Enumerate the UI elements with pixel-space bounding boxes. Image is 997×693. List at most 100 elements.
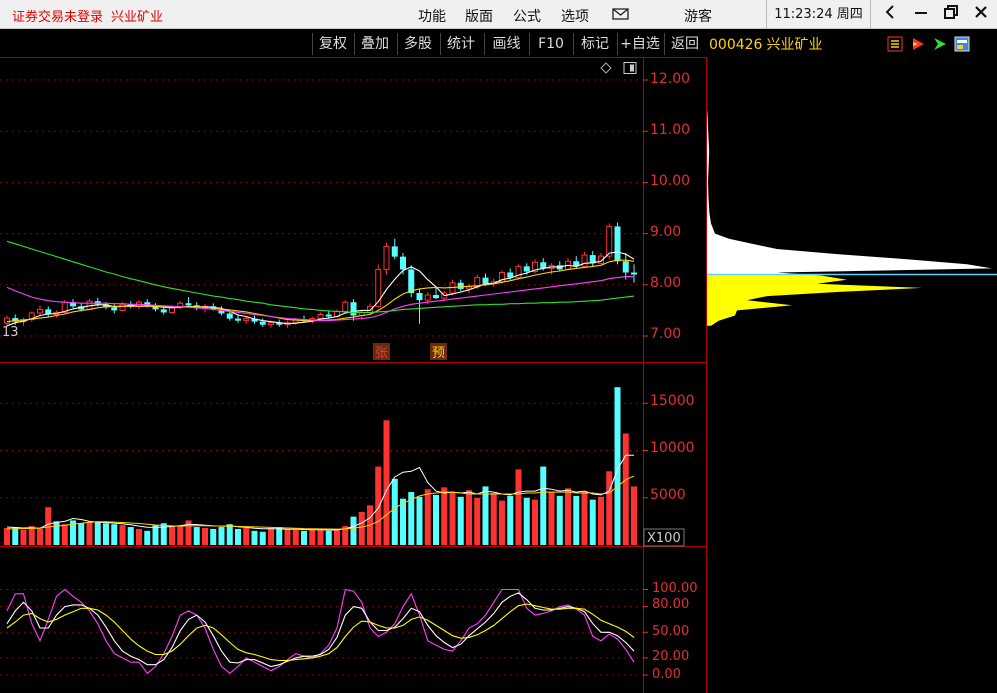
- osc-tick: 50.00: [652, 624, 690, 639]
- price-ma-line: [6, 240, 635, 313]
- volume-bar: [152, 525, 159, 545]
- candle-body-down: [457, 282, 464, 289]
- volume-bar: [103, 523, 109, 545]
- diamond-icon[interactable]: [600, 62, 612, 74]
- candle-body-down: [391, 246, 398, 257]
- volume-bar: [12, 527, 19, 545]
- volume-bar: [111, 524, 118, 545]
- volume-ma-lines: [6, 454, 635, 531]
- candle-body-down: [416, 292, 423, 301]
- price-tick: 9.00: [650, 224, 682, 240]
- candle-body-up: [317, 313, 324, 320]
- volume-bar: [474, 497, 481, 545]
- price-tick: 11.00: [650, 122, 691, 138]
- osc-line: [6, 588, 635, 675]
- candle-body-down: [226, 313, 233, 319]
- volume-bar: [598, 496, 604, 545]
- volume-bar: [235, 528, 241, 545]
- volume-bar: [391, 478, 398, 545]
- volume-bar: [37, 528, 43, 545]
- candlesticks: [4, 222, 637, 328]
- price-tick: 10.00: [650, 173, 691, 189]
- volume-bar: [400, 498, 406, 545]
- volume-bar: [325, 530, 332, 545]
- candle-body-down: [614, 226, 621, 262]
- panel-toggle-icon[interactable]: [623, 62, 637, 74]
- volume-grid: [0, 402, 648, 499]
- volume-bar: [301, 530, 307, 545]
- volume-bar: [226, 524, 233, 545]
- price-tick: 7.00: [650, 326, 682, 342]
- volume-bar: [251, 530, 258, 545]
- volume-ma-line: [6, 475, 635, 530]
- candle-body-down: [325, 314, 332, 317]
- volume-bar: [276, 527, 283, 545]
- volume-bar: [169, 526, 175, 545]
- volume-bar: [457, 496, 464, 545]
- volume-bar: [86, 522, 93, 545]
- volume-bar: [268, 527, 274, 545]
- volume-bar: [4, 527, 10, 545]
- osc-tick: 80.00: [652, 597, 690, 612]
- price-grid: [0, 79, 648, 337]
- volume-bar: [317, 528, 324, 545]
- event-markers: 张 预: [373, 343, 447, 361]
- volume-bar: [433, 494, 439, 545]
- candle-body-up: [606, 225, 613, 257]
- volume-bar: [532, 499, 538, 545]
- volume-bar: [309, 529, 316, 545]
- oscillator-grid: [0, 589, 648, 676]
- profile-below-close: [707, 274, 922, 326]
- candle-body-up: [268, 322, 274, 326]
- osc-tick: 20.00: [652, 649, 690, 664]
- volume-bar: [375, 466, 382, 545]
- candle-body-down: [631, 272, 637, 275]
- volume-bar: [606, 471, 613, 545]
- price-tick: 12.00: [650, 71, 691, 87]
- volume-tick: 15000: [650, 393, 695, 409]
- osc-tick: 0.00: [652, 667, 681, 682]
- volume-bar: [61, 524, 68, 545]
- volume-bar: [548, 492, 555, 545]
- volume-bar: [540, 466, 547, 545]
- candle-body-up: [342, 301, 349, 312]
- volume-bar: [556, 495, 563, 545]
- candle-body-up: [383, 245, 390, 270]
- volume-bar: [136, 528, 142, 545]
- volume-bar: [78, 523, 85, 545]
- candle-body-down: [185, 303, 192, 306]
- candle-body-up: [367, 305, 373, 313]
- candle-body-down: [622, 261, 629, 273]
- candle-body-up: [424, 294, 431, 301]
- candle-body-down: [259, 321, 266, 325]
- kline-chart[interactable]: 张 预 13 X100: [0, 0, 997, 693]
- volume-bar: [499, 500, 505, 545]
- volume-bar: [127, 527, 134, 545]
- volume-bar: [350, 516, 357, 545]
- candle-body-up: [37, 308, 43, 314]
- volume-tick: 5000: [650, 487, 686, 503]
- volume-bar: [177, 525, 184, 545]
- volume-bar: [45, 507, 52, 545]
- volume-profile: [707, 110, 997, 326]
- volume-bar: [383, 420, 390, 545]
- candle-body-up: [4, 317, 10, 324]
- candle-body-down: [235, 318, 241, 321]
- volume-bar: [589, 499, 596, 545]
- volume-bar: [416, 496, 423, 545]
- volume-bar: [466, 490, 472, 545]
- volume-bar: [202, 527, 208, 545]
- volume-bar: [424, 489, 431, 545]
- volume-bar: [507, 495, 514, 545]
- marker-zhang-label: 张: [375, 346, 388, 361]
- volume-bar: [565, 488, 571, 545]
- volume-bar: [334, 528, 340, 545]
- osc-line: [6, 603, 635, 662]
- volume-unit-label: X100: [647, 531, 681, 546]
- volume-bar: [20, 529, 27, 545]
- volume-bar: [482, 486, 489, 545]
- panel-controls: [600, 62, 637, 74]
- volume-bar: [259, 531, 266, 545]
- volume-bar: [284, 528, 291, 545]
- volume-bar: [523, 497, 530, 545]
